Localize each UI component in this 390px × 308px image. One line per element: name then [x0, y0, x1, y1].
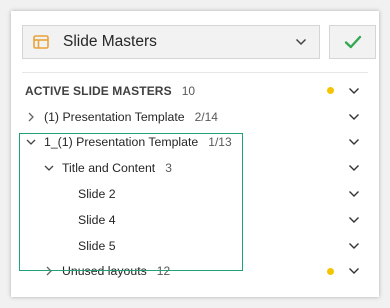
- header-label: ACTIVE SLIDE MASTERS: [25, 83, 172, 98]
- slide-master-tree: ACTIVE SLIDE MASTERS 10 (1) Presentation…: [11, 78, 379, 284]
- tree-item-count: 12: [156, 264, 171, 279]
- tree-item-count: 1/13: [208, 135, 232, 150]
- chevron-right-icon[interactable]: [24, 111, 38, 123]
- chevron-down-icon[interactable]: [24, 136, 38, 148]
- tree-item-title-and-content[interactable]: Title and Content 3: [11, 155, 379, 181]
- tree-item-unused-layouts[interactable]: Unused layouts 12: [11, 259, 379, 285]
- chevron-down-icon[interactable]: [348, 113, 360, 121]
- tree-item-presentation-template[interactable]: (1) Presentation Template 2/14: [11, 104, 379, 130]
- status-indicator-dot: [327, 87, 334, 95]
- divider: [22, 72, 368, 73]
- tree-item-label: (1) Presentation Template: [44, 109, 185, 124]
- checkmark-icon: [344, 35, 361, 49]
- chevron-down-icon: [295, 38, 307, 46]
- tree-item-label: Unused layouts: [62, 264, 147, 279]
- tree-item-count: 2/14: [194, 109, 218, 124]
- chevron-down-icon[interactable]: [348, 190, 360, 198]
- slide-masters-dropdown[interactable]: Slide Masters: [22, 25, 320, 59]
- chevron-down-icon[interactable]: [348, 138, 360, 146]
- tree-item-presentation-template-1[interactable]: 1_(1) Presentation Template 1/13: [11, 130, 379, 156]
- chevron-down-icon[interactable]: [348, 216, 360, 224]
- chevron-right-icon[interactable]: [42, 265, 56, 277]
- tree-item-label: Slide 2: [78, 187, 116, 202]
- dropdown-label: Slide Masters: [63, 33, 157, 50]
- slide-master-icon: [33, 35, 49, 49]
- chevron-down-icon[interactable]: [348, 267, 360, 275]
- chevron-down-icon[interactable]: [348, 87, 360, 95]
- tree-item-label: Slide 4: [78, 212, 116, 227]
- header-count: 10: [181, 83, 196, 98]
- chevron-down-icon[interactable]: [348, 164, 360, 172]
- tree-item-slide-4[interactable]: Slide 4: [11, 207, 379, 233]
- active-masters-header[interactable]: ACTIVE SLIDE MASTERS 10: [11, 78, 379, 104]
- status-indicator-dot: [327, 267, 334, 275]
- toolbar: Slide Masters: [22, 25, 376, 59]
- chevron-down-icon[interactable]: [42, 162, 56, 174]
- confirm-button[interactable]: [329, 25, 376, 59]
- tree-item-slide-2[interactable]: Slide 2: [11, 181, 379, 207]
- tree-item-slide-5[interactable]: Slide 5: [11, 233, 379, 259]
- slide-masters-panel: Slide Masters ACTIVE SLIDE MASTERS 10 (1: [11, 11, 379, 297]
- tree-item-label: 1_(1) Presentation Template: [44, 135, 199, 150]
- tree-item-label: Slide 5: [78, 238, 116, 253]
- chevron-down-icon[interactable]: [348, 242, 360, 250]
- tree-item-label: Title and Content: [62, 161, 156, 176]
- tree-item-count: 3: [165, 161, 172, 176]
